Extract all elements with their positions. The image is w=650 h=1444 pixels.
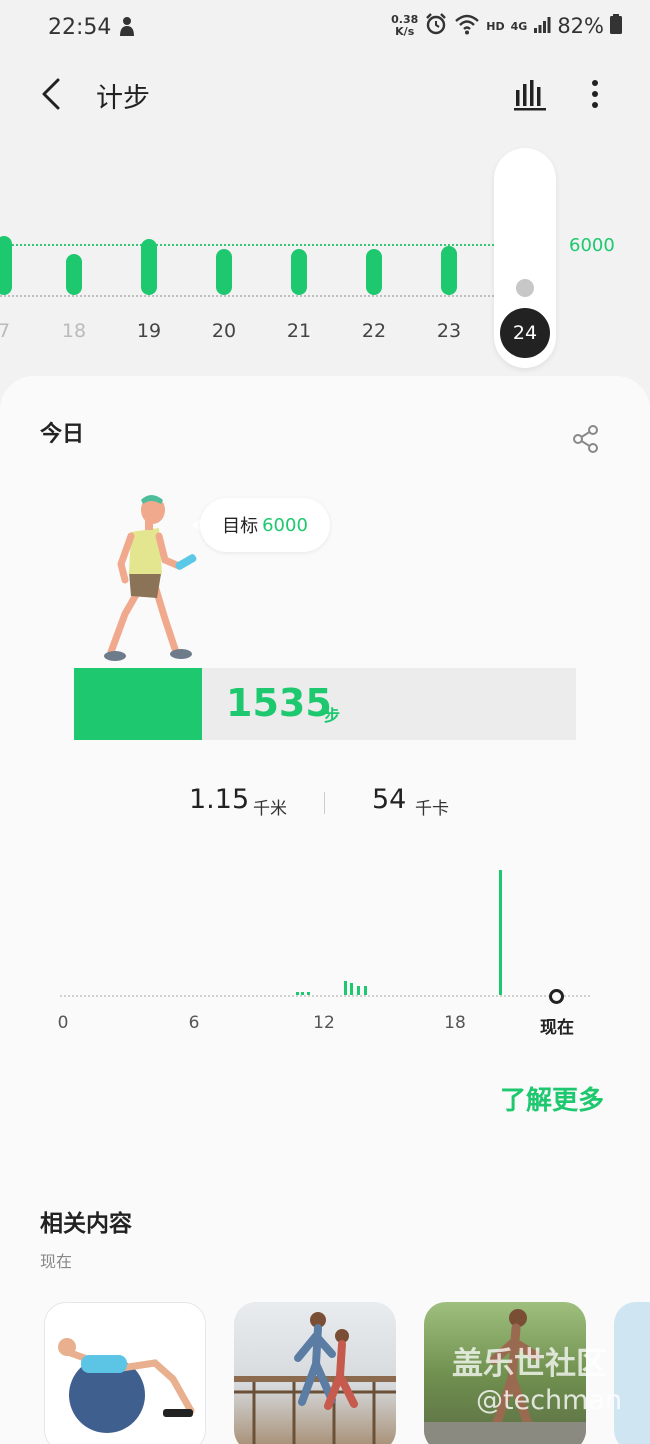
- hourly-baseline: [60, 995, 590, 997]
- week-bar[interactable]: [366, 249, 382, 295]
- status-time: 22:54: [48, 15, 112, 40]
- steps-progress-fill: [74, 668, 203, 740]
- stats-row: 1.15 千米 54 千卡: [0, 784, 650, 824]
- related-title: 相关内容: [40, 1211, 132, 1237]
- hour-label: 0: [57, 1013, 69, 1033]
- goal-bubble: 目标 6000: [200, 498, 330, 552]
- week-bar[interactable]: [216, 249, 232, 295]
- calories-value: 54: [372, 784, 407, 815]
- day-label[interactable]: 19: [127, 320, 171, 342]
- today-bar-marker: [516, 279, 534, 297]
- hourly-bar: [301, 992, 305, 995]
- steps-count: 1535: [226, 681, 332, 725]
- hourly-steps-chart: 0 6 12 18 现在: [0, 856, 650, 1038]
- wifi-icon: [454, 13, 480, 39]
- hour-label: 12: [313, 1013, 335, 1033]
- learn-more-link[interactable]: 了解更多: [500, 1080, 604, 1117]
- back-arrow-icon[interactable]: [38, 74, 68, 114]
- alarm-icon: [424, 12, 448, 40]
- day-label[interactable]: 7: [0, 320, 26, 342]
- week-bar[interactable]: [141, 238, 157, 295]
- app-bar: 计步: [0, 56, 650, 132]
- calories-unit: 千卡: [415, 799, 449, 819]
- hourly-bar: [363, 986, 367, 995]
- week-bar[interactable]: [66, 254, 82, 295]
- goal-label: 6000: [569, 235, 615, 256]
- day-label[interactable]: 22: [352, 320, 396, 342]
- goal-value: 6000: [262, 514, 308, 536]
- battery-icon: [610, 14, 622, 38]
- hourly-bar: [357, 986, 360, 995]
- walking-man-illustration: [95, 494, 205, 669]
- hour-label: 18: [444, 1013, 466, 1033]
- chart-baseline: [0, 295, 494, 297]
- signal-icon: [533, 15, 551, 37]
- person-icon: [118, 16, 136, 42]
- related-subtitle: 现在: [40, 1252, 73, 1271]
- day-label[interactable]: 20: [202, 320, 246, 342]
- share-icon[interactable]: [572, 424, 600, 454]
- week-bar[interactable]: [441, 245, 457, 295]
- distance-value: 1.15: [189, 784, 250, 815]
- hour-label-now: 现在: [540, 1018, 574, 1038]
- day-label[interactable]: 21: [277, 320, 321, 342]
- hourly-bar: [350, 983, 354, 995]
- hourly-bar: [306, 992, 310, 995]
- hourly-bar: [343, 980, 347, 995]
- day-label[interactable]: 23: [427, 320, 471, 342]
- today-card: 今日 目标 6000 1535 步 1.15 千米 54 千卡 0 6 12 1…: [0, 376, 650, 1444]
- hour-label: 6: [188, 1013, 200, 1033]
- network-speed: 0.38 K/s: [391, 13, 419, 38]
- day-label[interactable]: 18: [52, 320, 96, 342]
- related-card[interactable]: [44, 1302, 206, 1444]
- hd-label: HD: [486, 19, 505, 33]
- hourly-bar: [296, 992, 300, 995]
- distance-unit: 千米: [253, 799, 287, 819]
- status-bar: 22:54 0.38 K/s HD 4G 82%: [0, 0, 650, 56]
- battery-percent: 82%: [557, 14, 604, 38]
- week-bar[interactable]: [291, 249, 307, 295]
- watermark-handle: @techman: [476, 1385, 623, 1416]
- page-title: 计步: [96, 83, 150, 114]
- more-vert-icon[interactable]: [580, 76, 610, 112]
- now-marker: [549, 989, 564, 1004]
- selected-day[interactable]: 24: [500, 308, 550, 358]
- weekly-steps-chart: 6000 7 18 19 20 21 22 23 24: [0, 140, 650, 370]
- bar-chart-icon[interactable]: [512, 76, 548, 112]
- steps-unit: 步: [324, 706, 341, 725]
- goal-text: 目标: [222, 516, 259, 537]
- related-card[interactable]: [614, 1302, 650, 1444]
- watermark-text: 盖乐世社区: [452, 1346, 607, 1382]
- week-bar[interactable]: [0, 235, 12, 295]
- hourly-bar: [498, 870, 502, 995]
- network-type: 4G: [510, 19, 528, 33]
- goal-line: [0, 244, 494, 246]
- section-title-today: 今日: [40, 422, 85, 447]
- related-card[interactable]: [234, 1302, 396, 1444]
- stats-divider: [324, 792, 325, 814]
